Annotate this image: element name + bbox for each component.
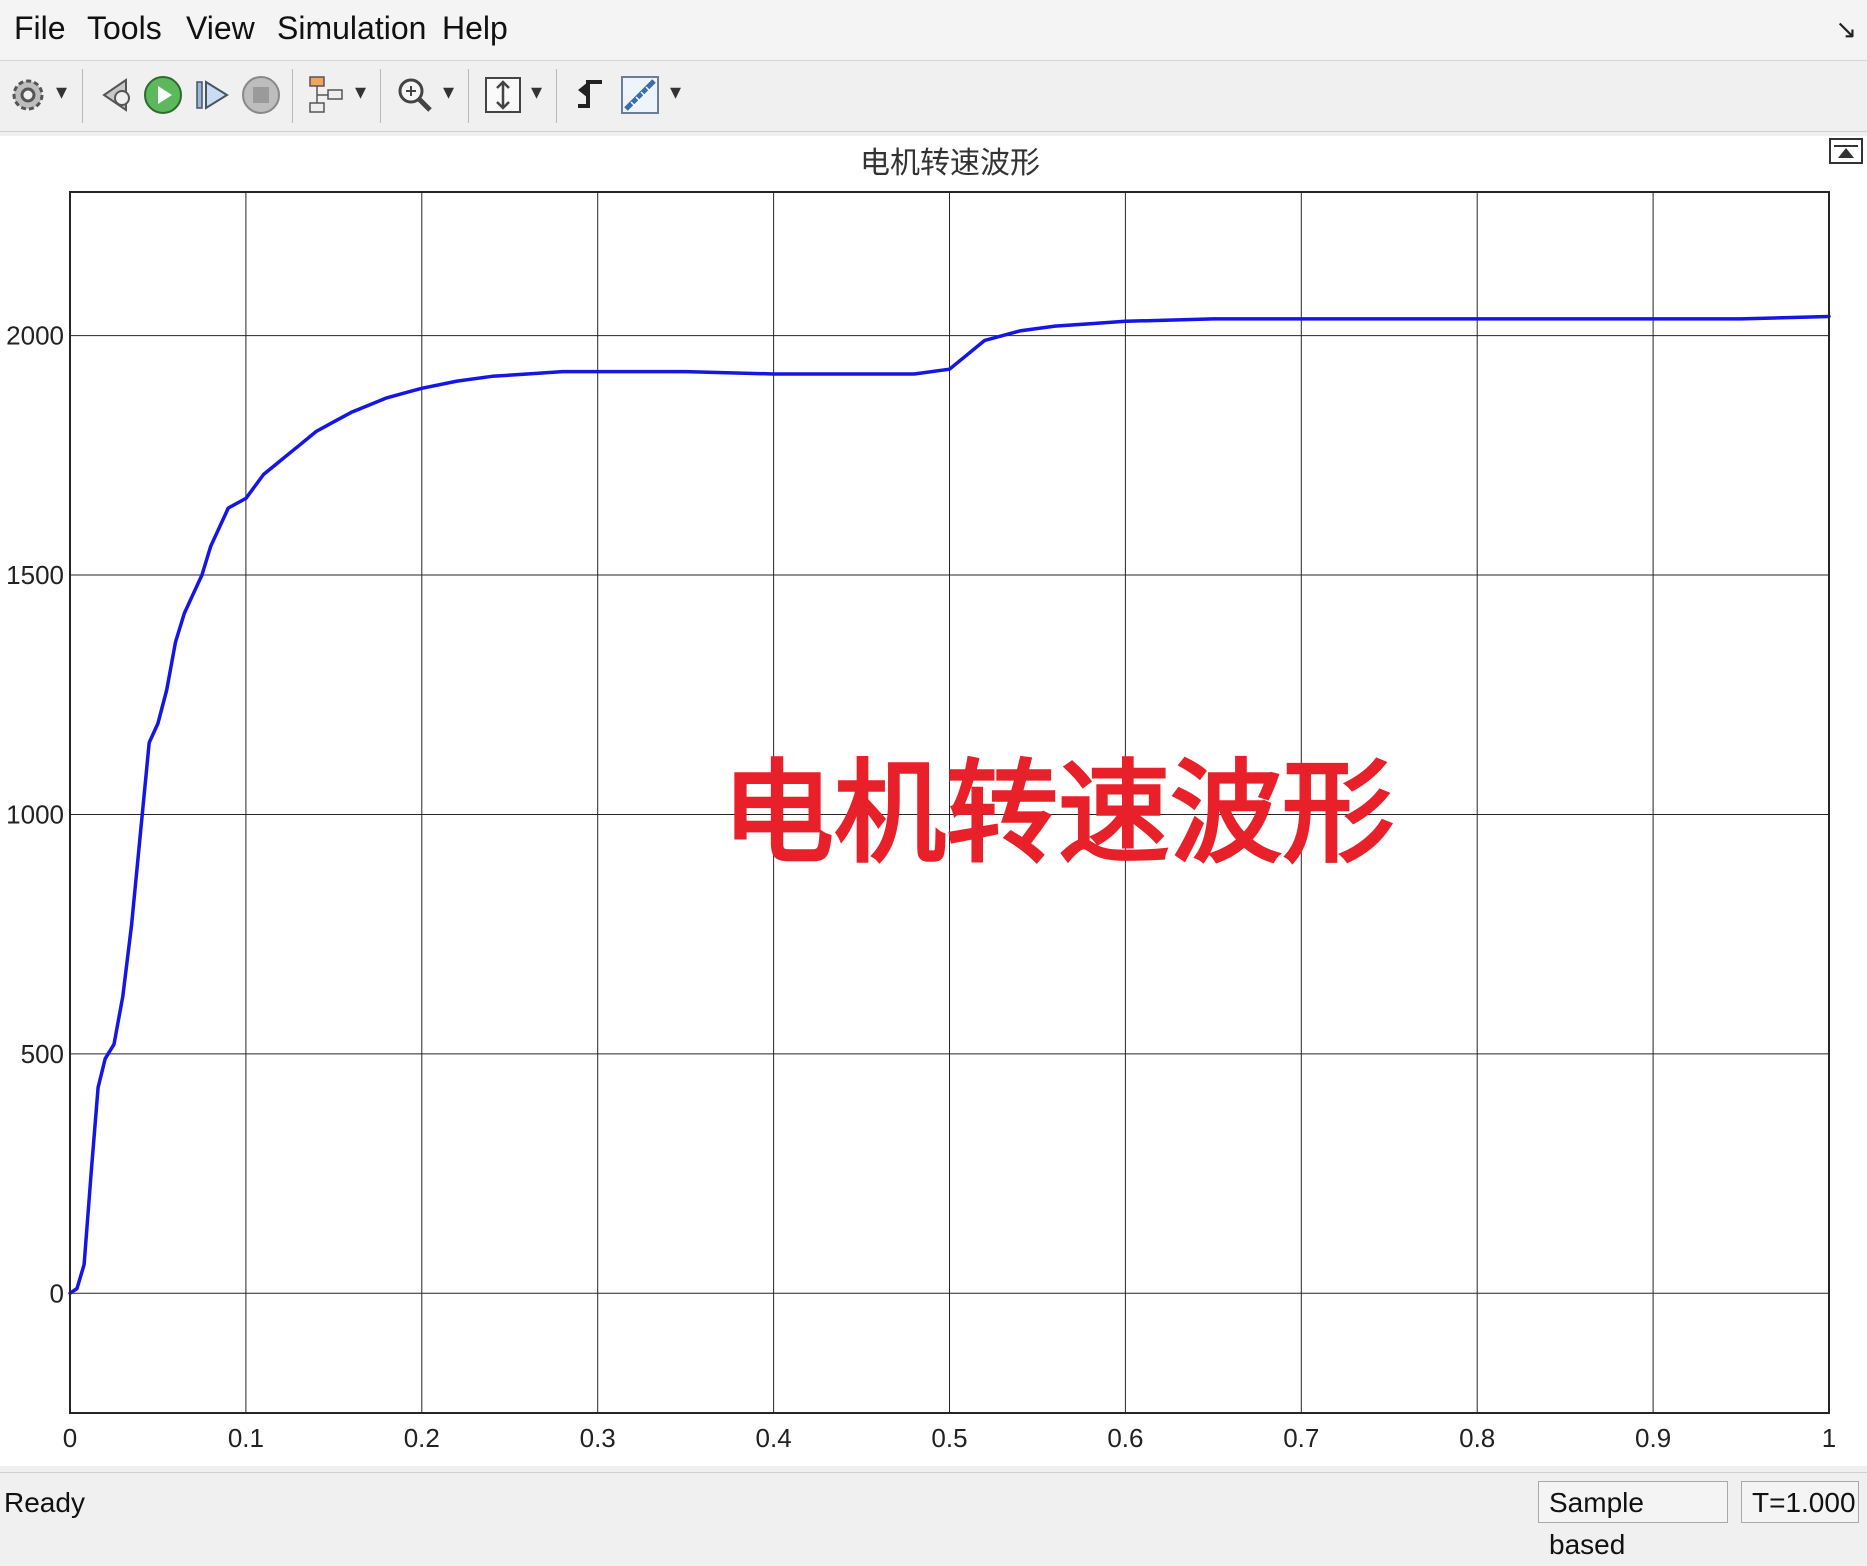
separator: [468, 69, 469, 123]
separator: [380, 69, 381, 123]
plot-panel: 0 0.1 0.2 0.3 0.4 0.5 0.6 0.7 0.8 0.9 1 0 500 1000 15…: [0, 136, 1867, 1466]
toolbar: ▾ ▾ ▾ ▾ ▾: [0, 61, 1867, 132]
status-text: Ready: [4, 1487, 85, 1518]
measurements-dropdown-icon[interactable]: ▾: [670, 79, 681, 105]
separator: [292, 69, 293, 123]
y-tick-labels: 0 500 1000 1500 2000: [6, 321, 64, 1309]
highlight-model-icon[interactable]: [304, 71, 348, 119]
gear-icon[interactable]: [8, 71, 48, 119]
y-tick-label: 500: [21, 1039, 64, 1069]
x-tick-label: 0.6: [1107, 1423, 1143, 1453]
restore-plot-icon[interactable]: [1829, 138, 1863, 164]
stop-icon[interactable]: [240, 71, 282, 119]
menu-file[interactable]: File: [14, 10, 66, 47]
step-forward-icon[interactable]: [193, 71, 233, 119]
sample-mode-indicator: Sample based: [1538, 1481, 1728, 1560]
trigger-icon[interactable]: [570, 71, 610, 119]
y-tick-label: 2000: [6, 321, 64, 351]
separator: [82, 69, 83, 123]
y-tick-label: 0: [50, 1278, 64, 1308]
chart-title: 电机转速波形: [860, 146, 1040, 181]
status-bar: Ready Sample based T=1.000: [0, 1472, 1867, 1560]
menu-view[interactable]: View: [186, 10, 255, 47]
highlight-dropdown-icon[interactable]: ▾: [355, 79, 366, 105]
menu-bar: File Tools View Simulation Help ↘: [0, 0, 1867, 61]
x-tick-label: 0.9: [1635, 1423, 1671, 1453]
x-tick-label: 0.4: [756, 1423, 792, 1453]
undock-icon[interactable]: ↘: [1835, 14, 1857, 45]
x-tick-label: 0.2: [404, 1423, 440, 1453]
x-tick-label: 0.1: [228, 1423, 264, 1453]
run-icon[interactable]: [142, 71, 184, 119]
y-tick-label: 1500: [6, 560, 64, 590]
x-tick-labels: 0 0.1 0.2 0.3 0.4 0.5 0.6 0.7 0.8 0.9 1: [63, 1423, 1836, 1453]
y-tick-label: 1000: [6, 799, 64, 829]
x-tick-label: 0: [63, 1423, 77, 1453]
chart[interactable]: 0 0.1 0.2 0.3 0.4 0.5 0.6 0.7 0.8 0.9 1 0 500 1000 15…: [0, 136, 1867, 1466]
sim-time-indicator: T=1.000: [1741, 1481, 1859, 1523]
autoscale-dropdown-icon[interactable]: ▾: [531, 79, 542, 105]
zoom-dropdown-icon[interactable]: ▾: [443, 79, 454, 105]
settings-dropdown-icon[interactable]: ▾: [56, 79, 67, 105]
measurements-icon[interactable]: [618, 71, 662, 119]
zoom-icon[interactable]: [394, 71, 436, 119]
x-tick-label: 0.7: [1283, 1423, 1319, 1453]
autoscale-icon[interactable]: [482, 71, 524, 119]
menu-help[interactable]: Help: [442, 10, 508, 47]
menu-simulation[interactable]: Simulation: [277, 10, 426, 47]
step-back-icon[interactable]: [96, 71, 138, 119]
overlay-text: 电机转速波形: [722, 749, 1394, 879]
x-tick-label: 0.3: [580, 1423, 616, 1453]
x-tick-label: 1: [1822, 1423, 1836, 1453]
x-tick-label: 0.8: [1459, 1423, 1495, 1453]
separator: [556, 69, 557, 123]
menu-tools[interactable]: Tools: [87, 10, 162, 47]
x-tick-label: 0.5: [931, 1423, 967, 1453]
